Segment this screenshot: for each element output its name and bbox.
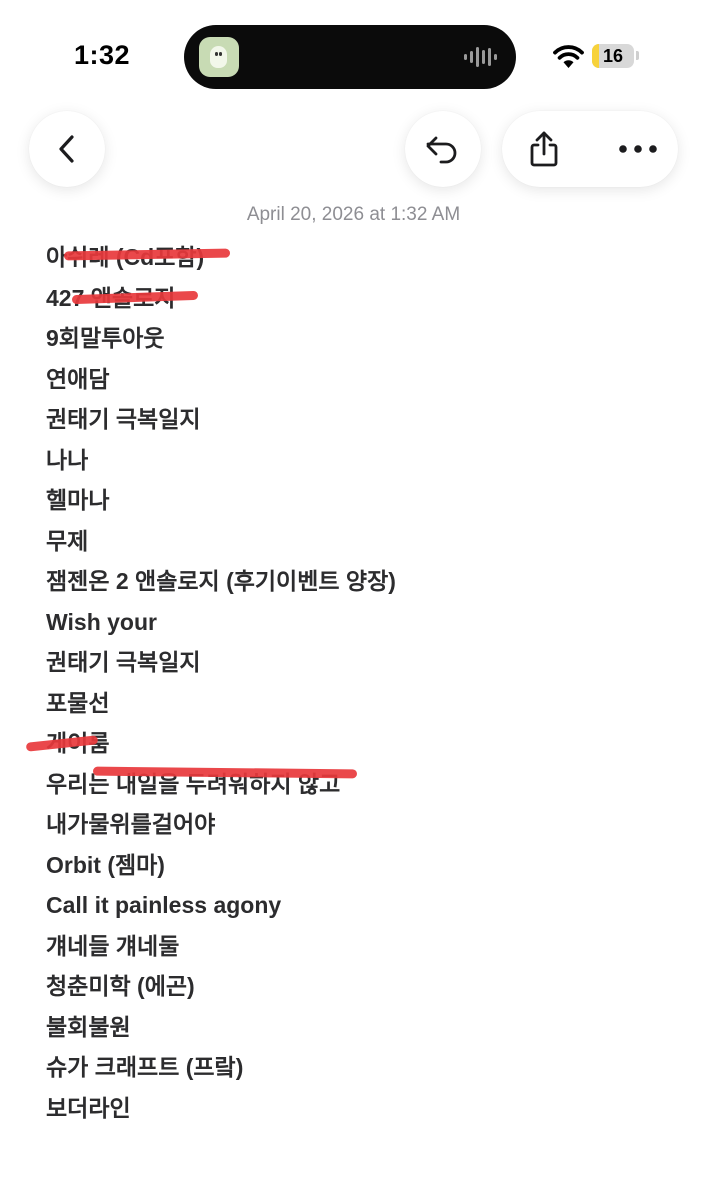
note-timestamp: April 20, 2026 at 1:32 AM — [246, 204, 461, 225]
note-line[interactable]: 나나 — [46, 440, 686, 481]
note-line[interactable]: 무제 — [46, 521, 686, 562]
status-time: 1:32 — [74, 40, 131, 70]
note-line[interactable]: 내가물위를걸어야 — [46, 804, 686, 845]
note-line[interactable]: 보더라인 — [46, 1088, 686, 1129]
note-line[interactable]: 잼젠온 2 앤솔로지 (후기이벤트 양장) — [46, 561, 686, 602]
note-line[interactable]: Call it painless agony — [46, 885, 686, 926]
note-body[interactable]: 아쉬레 (Cd포함) 427 앤솔로지 9회말투아웃 연애담 권태기 극복일지 … — [46, 237, 686, 1128]
undo-icon — [426, 136, 457, 164]
note-line[interactable]: 헬마나 — [46, 480, 686, 521]
note-line[interactable]: 불회불원 — [46, 1007, 686, 1048]
audio-waveform-icon — [464, 47, 497, 67]
share-more-group — [502, 111, 678, 187]
dynamic-island[interactable] — [184, 25, 516, 89]
live-activity-app-icon[interactable] — [199, 37, 239, 77]
battery-nub — [636, 51, 639, 60]
ellipsis-icon — [619, 145, 657, 153]
notes-app-screen: 1:32 16 April 20, 2026 at 1:32 AM 427 9회… — [0, 0, 707, 1200]
wifi-icon — [553, 45, 584, 68]
battery-level-text: 16 — [602, 46, 624, 66]
note-line[interactable]: 슈가 크래프트 (프랔) — [46, 1047, 686, 1088]
note-line[interactable]: Orbit (젬마) — [46, 845, 686, 886]
back-button[interactable] — [29, 111, 105, 187]
note-line[interactable]: 연애담 — [46, 359, 686, 400]
share-icon — [530, 131, 558, 167]
note-line[interactable]: 걔네들 걔네둘 — [46, 926, 686, 967]
undo-button[interactable] — [405, 111, 481, 187]
note-line[interactable]: 게이룸 — [46, 723, 686, 764]
share-button[interactable] — [514, 119, 574, 179]
more-options-button[interactable] — [608, 119, 668, 179]
note-line[interactable]: 권태기 극복일지 — [46, 399, 686, 440]
chevron-left-icon — [59, 135, 74, 163]
battery-indicator: 16 — [592, 44, 634, 68]
note-line[interactable]: Wish your — [46, 602, 686, 643]
note-line[interactable]: 9회말투아웃 — [46, 318, 686, 359]
note-line[interactable]: 권태기 극복일지 — [46, 642, 686, 683]
note-line[interactable]: 청춘미학 (에곤) — [46, 966, 686, 1007]
note-line[interactable]: 포물선 — [46, 683, 686, 724]
